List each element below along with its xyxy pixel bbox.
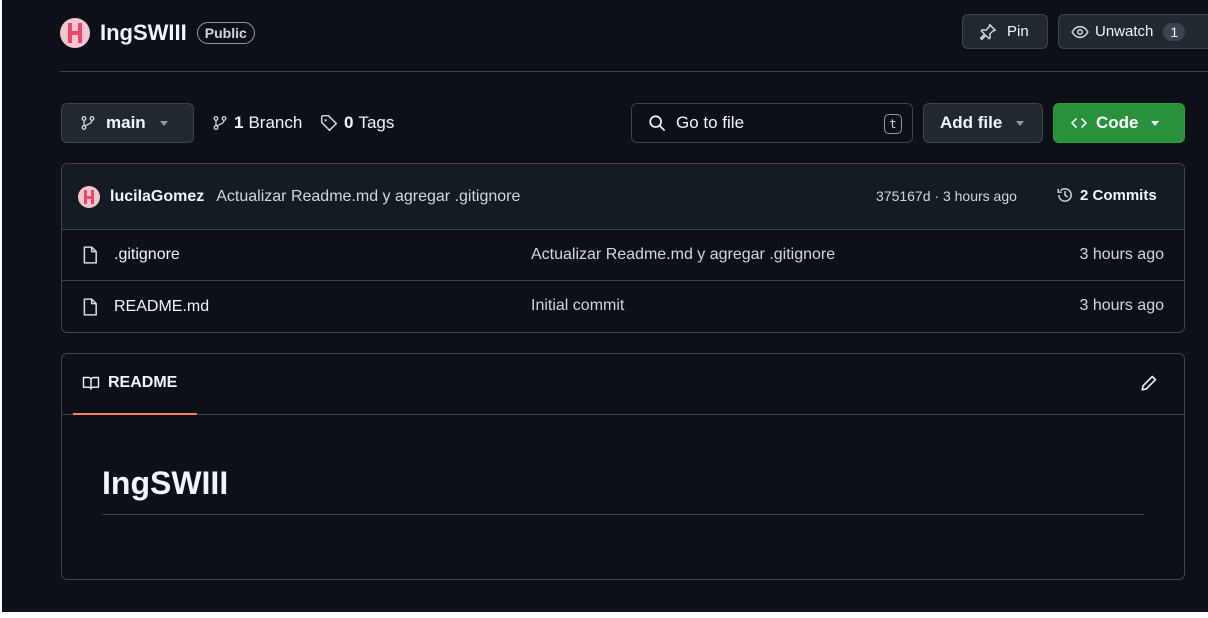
file-name[interactable]: README.md <box>114 298 209 316</box>
watch-counter: 1 <box>1163 22 1186 41</box>
file-commit-time: 3 hours ago <box>1079 246 1164 263</box>
repo-page: IngSWIII Public Pin Unwatch 1 main 1 Bra… <box>2 0 1208 612</box>
go-to-file-input[interactable]: Go to file t <box>631 103 913 143</box>
pin-label: Pin <box>1007 23 1029 40</box>
branches-link[interactable]: 1 Branch <box>212 103 302 143</box>
file-commit-message[interactable]: Actualizar Readme.md y agregar .gitignor… <box>531 246 835 264</box>
visibility-badge: Public <box>196 22 255 44</box>
file-name[interactable]: .gitignore <box>114 246 180 264</box>
tags-label: Tags <box>358 113 395 132</box>
table-row[interactable]: .gitignore Actualizar Readme.md y agrega… <box>62 230 1184 281</box>
commit-message[interactable]: Actualizar Readme.md y agregar .gitignor… <box>216 188 520 206</box>
owner-avatar[interactable] <box>60 18 90 48</box>
branches-label: Branch <box>248 113 303 132</box>
table-row[interactable]: README.md Initial commit 3 hours ago <box>62 281 1184 332</box>
readme-content: IngSWIII <box>62 415 1184 515</box>
branch-selector[interactable]: main <box>61 103 194 143</box>
keyboard-shortcut-hint: t <box>884 114 902 134</box>
code-label: Code <box>1096 113 1139 132</box>
commit-author[interactable]: lucilaGomez <box>110 188 204 206</box>
file-icon <box>82 297 98 316</box>
code-icon <box>1070 115 1088 131</box>
file-icon <box>82 246 98 264</box>
search-icon <box>648 114 666 132</box>
eye-icon <box>1071 23 1089 41</box>
history-icon <box>1056 186 1074 204</box>
readme-heading: IngSWIII <box>102 465 1144 515</box>
tag-icon <box>320 114 338 132</box>
tab-readme[interactable]: README <box>82 374 177 392</box>
tags-link[interactable]: 0 Tags <box>320 103 394 143</box>
repo-name[interactable]: IngSWIII <box>100 20 187 46</box>
book-icon <box>82 375 100 391</box>
add-file-button[interactable]: Add file <box>923 103 1043 143</box>
pin-button[interactable]: Pin <box>962 14 1048 49</box>
add-file-label: Add file <box>940 113 1003 132</box>
unwatch-label: Unwatch <box>1095 23 1154 40</box>
search-placeholder: Go to file <box>676 113 745 132</box>
pin-icon <box>979 23 997 41</box>
commits-link[interactable]: 2 Commits <box>1056 186 1157 204</box>
chevron-down-icon <box>159 120 168 126</box>
file-table: lucilaGomez Actualizar Readme.md y agreg… <box>61 163 1185 333</box>
git-branch-icon <box>212 115 228 131</box>
git-branch-icon <box>80 115 96 131</box>
file-commit-time: 3 hours ago <box>1079 297 1164 314</box>
tags-count: 0 <box>344 113 354 132</box>
chevron-down-icon <box>1016 120 1025 126</box>
author-avatar[interactable] <box>78 185 100 208</box>
chevron-down-icon <box>1150 120 1159 126</box>
commits-label: 2 Commits <box>1080 186 1157 204</box>
readme-tabs: README <box>62 354 1184 415</box>
header-divider <box>60 71 1208 72</box>
latest-commit-row: lucilaGomez Actualizar Readme.md y agreg… <box>62 164 1184 230</box>
edit-readme-button[interactable] <box>1140 374 1158 392</box>
commit-hash-time[interactable]: 375167d · 3 hours ago <box>876 188 1017 204</box>
unwatch-button[interactable]: Unwatch 1 <box>1058 14 1208 49</box>
readme-panel: README IngSWIII <box>61 353 1185 580</box>
pencil-icon <box>1140 374 1158 392</box>
branch-name: main <box>106 113 146 132</box>
repo-header: IngSWIII Public <box>60 14 255 52</box>
code-button[interactable]: Code <box>1053 103 1185 143</box>
readme-tab-label: README <box>108 374 178 391</box>
branches-count: 1 <box>234 113 244 132</box>
active-tab-indicator <box>73 413 197 415</box>
file-commit-message[interactable]: Initial commit <box>531 297 624 315</box>
